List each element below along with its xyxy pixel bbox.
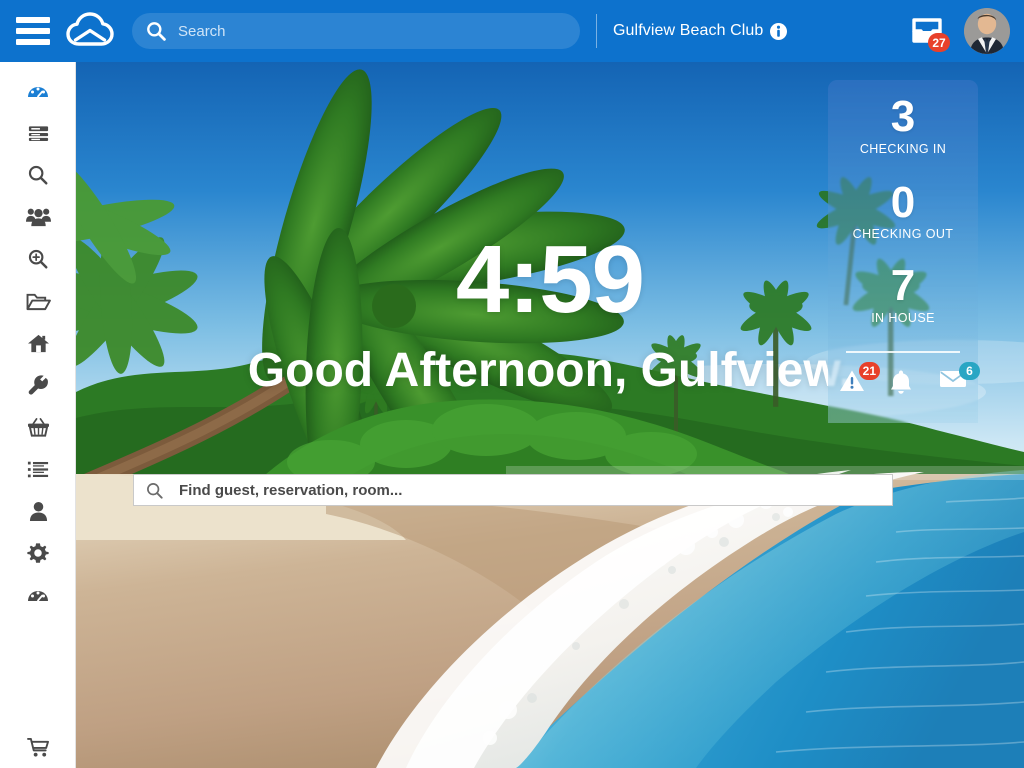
global-search-box[interactable] [132,13,580,49]
info-circle-icon[interactable] [770,22,788,40]
stat-label: CHECKING OUT [852,227,954,242]
sidebar-item-maintenance[interactable] [0,364,76,406]
sidebar-item-rooms[interactable] [0,322,76,364]
alert-badge: 21 [858,361,880,380]
list-ul-icon [27,460,49,479]
panel-divider [846,350,960,353]
sidebar-item-reservations[interactable] [0,112,76,154]
cloud-logo-icon[interactable] [66,11,114,51]
wrench-icon [27,374,49,396]
stat-checking-in[interactable]: 3 CHECKING IN [828,92,978,156]
sidebar-item-advanced-search[interactable] [0,238,76,280]
basket-icon [27,417,50,438]
sidebar-item-reports[interactable] [0,448,76,490]
inbox-badge: 27 [928,33,950,52]
stat-label: CHECKING IN [859,141,947,156]
sidebar-item-point-of-sale[interactable] [0,726,76,768]
stat-in-house[interactable]: 7 IN HOUSE [828,263,978,325]
dashboard-gauge-icon [26,583,50,607]
sidebar-item-packages[interactable] [0,406,76,448]
global-search-input[interactable] [178,22,566,40]
stat-checking-out[interactable]: 0 CHECKING OUT [828,177,978,242]
inbox-tray-icon[interactable]: 27 [908,14,950,52]
search-plus-icon [27,248,49,270]
group-users-icon [25,206,51,228]
stat-value: 7 [890,261,916,311]
sidebar-item-search[interactable] [0,154,76,196]
property-name: Gulfview Beach Club [613,22,764,39]
search-icon [146,482,163,499]
gear-icon [27,542,49,564]
hamburger-menu-icon[interactable] [16,17,50,45]
user-icon [29,501,48,522]
folder-open-icon [26,291,51,312]
app-root: Gulfview Beach Club 27 [0,0,1024,768]
top-header: Gulfview Beach Club 27 [0,0,1024,62]
sidebar-item-analytics[interactable] [0,574,76,616]
sidebar-item-dashboard[interactable] [0,70,76,112]
mail-badge: 6 [959,361,980,380]
sidebar-item-guests[interactable] [0,196,76,238]
panel-icon-row: 21 6 [828,361,980,395]
server-list-icon [27,122,50,145]
sidebar-item-profile[interactable] [0,490,76,532]
stats-panel: 3 CHECKING IN 0 CHECKING OUT 7 IN HOUSE [828,80,980,423]
shopping-cart-icon [26,737,50,758]
sidebar-item-settings[interactable] [0,532,76,574]
find-search-box[interactable] [133,474,893,506]
header-right-group: 27 [908,8,1024,54]
search-icon [27,164,49,186]
left-sidebar [0,62,76,768]
bell-icon[interactable] [889,369,917,395]
avatar[interactable] [964,8,1010,54]
header-divider [596,14,597,48]
dashboard-background: 4:59 Good Afternoon, Gulfview. 3 CHECKIN… [76,62,1024,768]
house-icon [27,333,50,354]
dashboard-gauge-icon [26,79,50,103]
find-search-input[interactable] [179,481,880,499]
stat-value: 3 [890,92,916,141]
hamburger-bar [16,39,50,45]
stat-value: 0 [890,177,916,227]
sidebar-item-folios[interactable] [0,280,76,322]
hamburger-bar [16,28,50,34]
search-icon [146,21,166,41]
stat-label: IN HOUSE [871,310,935,325]
envelope-icon[interactable]: 6 [939,361,980,395]
hamburger-bar [16,17,50,23]
alert-triangle-icon[interactable]: 21 [839,361,880,395]
